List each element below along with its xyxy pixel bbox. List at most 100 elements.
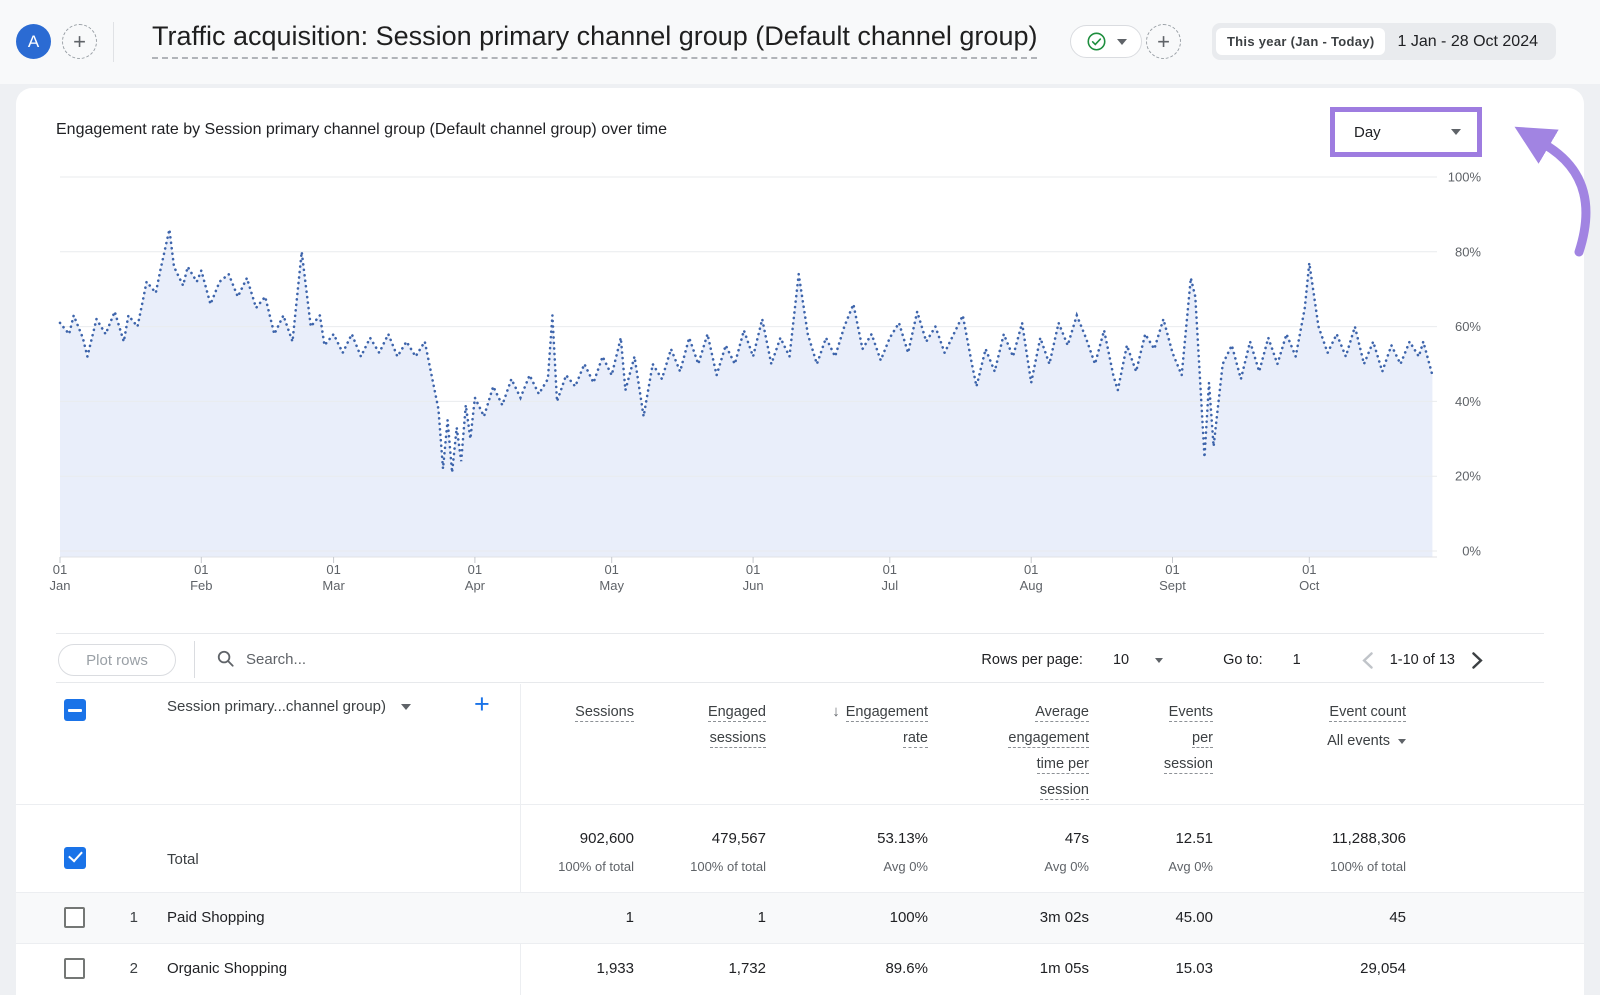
svg-text:01: 01	[1302, 562, 1316, 577]
chevron-down-icon[interactable]	[1155, 658, 1163, 663]
divider	[56, 633, 1544, 634]
svg-text:Jun: Jun	[743, 578, 764, 593]
svg-text:01: 01	[194, 562, 208, 577]
svg-text:01: 01	[326, 562, 340, 577]
svg-text:40%: 40%	[1455, 394, 1481, 409]
metric-value: 1,933	[596, 960, 634, 977]
column-label: Average	[1035, 704, 1089, 722]
svg-text:01: 01	[883, 562, 897, 577]
metric-value: 3m 02s	[1040, 909, 1089, 926]
row-checkbox[interactable]	[64, 907, 85, 928]
metric-value: 1	[626, 909, 634, 926]
svg-text:Apr: Apr	[465, 578, 486, 593]
column-label: Engaged	[708, 704, 766, 722]
column-label: Event count	[1329, 704, 1406, 722]
rows-per-page-value[interactable]: 10	[1113, 652, 1129, 668]
search-icon	[216, 649, 235, 668]
svg-text:100%: 100%	[1448, 170, 1482, 185]
svg-text:Sept: Sept	[1159, 578, 1186, 593]
report-card: Engagement rate by Session primary chann…	[16, 88, 1584, 995]
new-report-plus-button[interactable]: +	[62, 24, 97, 59]
metric-value: 89.6%	[885, 960, 928, 977]
svg-text:01: 01	[468, 562, 482, 577]
svg-text:20%: 20%	[1455, 469, 1481, 484]
column-header-avg-engagement-time[interactable]: Average engagement time per session	[1008, 699, 1089, 803]
column-label: session	[1164, 756, 1213, 774]
svg-text:60%: 60%	[1455, 319, 1481, 334]
svg-text:Feb: Feb	[190, 578, 212, 593]
total-metric-cell: 12.51Avg 0%	[1168, 829, 1213, 876]
svg-text:May: May	[599, 578, 624, 593]
top-app-bar: A + Traffic acquisition: Session primary…	[0, 0, 1600, 84]
check-circle-icon	[1086, 31, 1107, 52]
event-filter-label: All events	[1327, 728, 1390, 754]
column-label: per	[1192, 730, 1213, 748]
next-page-button[interactable]	[1471, 652, 1484, 669]
svg-text:Oct: Oct	[1299, 578, 1320, 593]
sort-descending-icon: ↓	[832, 703, 840, 720]
svg-text:01: 01	[1024, 562, 1038, 577]
chart-title: Engagement rate by Session primary chann…	[56, 121, 667, 139]
total-row-label: Total	[167, 851, 199, 868]
row-checkbox[interactable]	[64, 958, 85, 979]
column-header-events-per-session[interactable]: Events per session	[1164, 699, 1213, 777]
add-comparison-button[interactable]: +	[1146, 24, 1181, 59]
total-metric-cell: 53.13%Avg 0%	[877, 829, 928, 876]
metric-value: 45.00	[1175, 909, 1213, 926]
column-header-event-count[interactable]: Event count All events	[1327, 699, 1406, 754]
table-body: 1Paid Shopping11100%3m 02s45.00452Organi…	[16, 892, 1584, 994]
svg-text:80%: 80%	[1455, 244, 1481, 259]
chevron-down-icon	[1451, 129, 1461, 135]
granularity-dropdown[interactable]: Day	[1335, 112, 1477, 152]
metric-value: 1m 05s	[1040, 960, 1089, 977]
total-metric-cell: 11,288,306100% of total	[1330, 829, 1406, 876]
pagination-controls: Rows per page: 10 Go to: 1 1-10 of 13	[981, 644, 1484, 676]
table-row[interactable]: 2Organic Shopping1,9331,73289.6%1m 05s15…	[16, 943, 1584, 994]
plot-rows-button[interactable]: Plot rows	[58, 644, 176, 676]
report-status-pill[interactable]	[1070, 25, 1142, 58]
divider	[113, 22, 114, 62]
column-label: sessions	[710, 730, 766, 748]
total-metric-cell: 902,600100% of total	[558, 829, 634, 876]
column-header-engaged-sessions[interactable]: Engaged sessions	[708, 699, 766, 751]
table-row[interactable]: 1 Paid Shopping 1 1 100% 3m 02s 45.00 45	[16, 892, 1584, 943]
svg-text:0%: 0%	[1462, 544, 1481, 559]
channel-name: Paid Shopping	[167, 909, 265, 926]
avatar[interactable]: A	[16, 24, 51, 59]
search-input[interactable]	[246, 644, 666, 674]
previous-page-button[interactable]	[1361, 652, 1374, 669]
svg-text:Jan: Jan	[50, 578, 71, 593]
report-title[interactable]: Traffic acquisition: Session primary cha…	[152, 21, 1037, 59]
metric-value: 1,732	[728, 960, 766, 977]
metric-value: 29,054	[1360, 960, 1406, 977]
pagination-range: 1-10 of 13	[1390, 652, 1455, 668]
metric-value: 1	[758, 909, 766, 926]
goto-label: Go to:	[1223, 652, 1263, 668]
row-number: 2	[112, 960, 138, 977]
total-metric-cell: 479,567100% of total	[690, 829, 766, 876]
svg-text:01: 01	[604, 562, 618, 577]
metric-value: 100%	[890, 909, 928, 926]
svg-text:01: 01	[53, 562, 67, 577]
total-row-checkbox[interactable]	[64, 847, 86, 869]
total-metric-cell: 47sAvg 0%	[1044, 829, 1089, 876]
metric-value: 15.03	[1175, 960, 1213, 977]
column-label: Events	[1169, 704, 1213, 722]
svg-text:Aug: Aug	[1020, 578, 1043, 593]
column-header-engagement-rate[interactable]: ↓Engagementrate	[832, 699, 928, 751]
date-range-text: 1 Jan - 28 Oct 2024	[1385, 33, 1552, 51]
svg-text:Mar: Mar	[322, 578, 345, 593]
chevron-down-icon	[1398, 739, 1406, 744]
engagement-rate-chart: 100%80%60%40%20%0%01Jan01Feb01Mar01Apr01…	[16, 150, 1584, 602]
divider	[194, 641, 195, 678]
column-header-sessions[interactable]: Sessions	[575, 699, 634, 725]
divider	[56, 682, 1544, 683]
row-number: 1	[112, 909, 138, 926]
column-label: time per	[1037, 756, 1089, 774]
date-range-picker[interactable]: This year (Jan - Today) 1 Jan - 28 Oct 2…	[1212, 23, 1556, 60]
column-label: engagement	[1008, 730, 1089, 748]
metric-value: 45	[1389, 909, 1406, 926]
column-label: session	[1040, 782, 1089, 800]
goto-page-value[interactable]: 1	[1293, 652, 1301, 668]
granularity-value: Day	[1354, 124, 1381, 141]
